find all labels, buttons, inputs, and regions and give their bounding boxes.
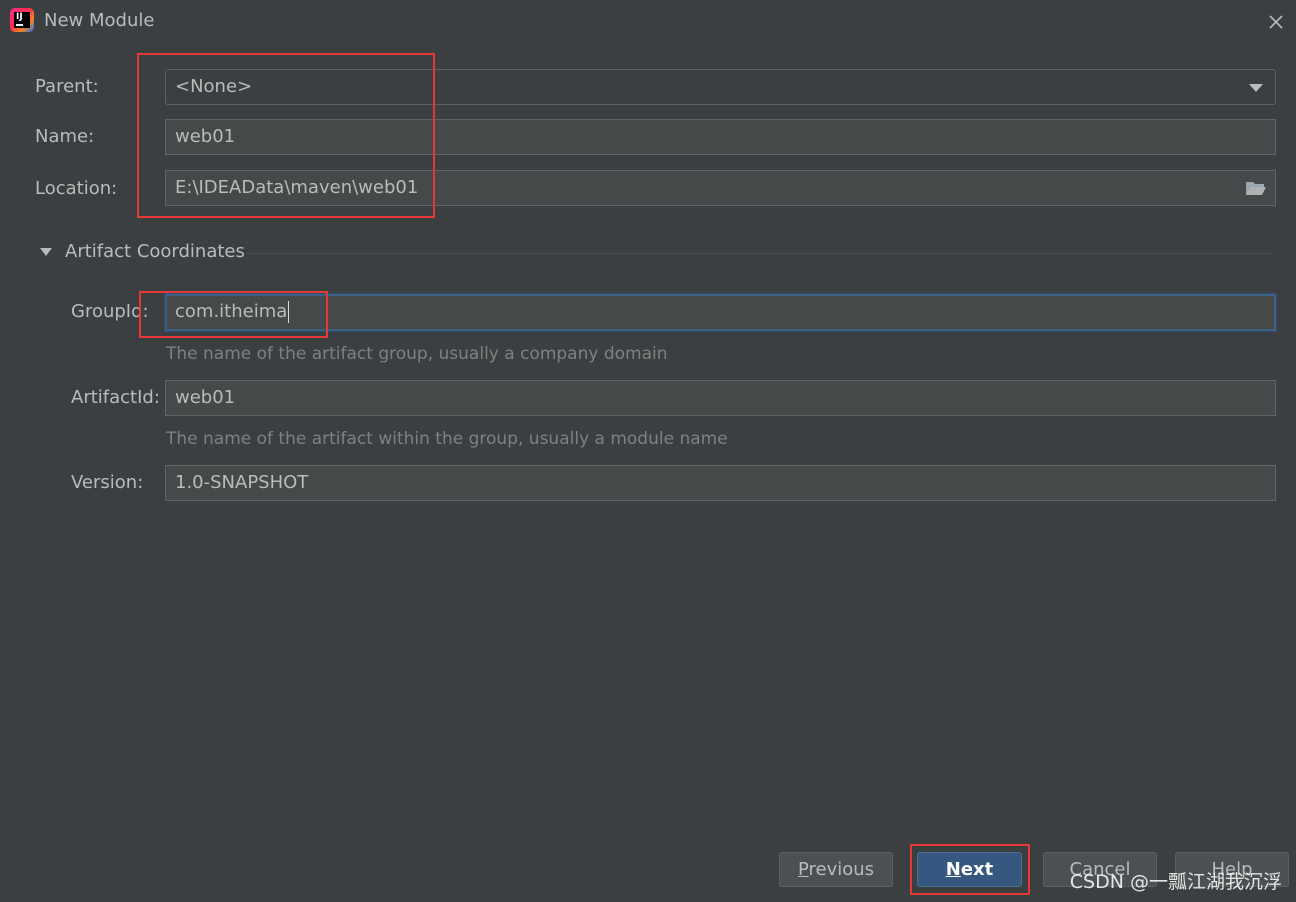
version-label: Version: — [71, 472, 144, 493]
watermark-text: CSDN @一瓢江湖我沉浮 — [1069, 871, 1282, 893]
groupid-label: GroupId: — [71, 301, 149, 322]
name-value: web01 — [175, 126, 236, 147]
collapse-arrow-icon[interactable] — [40, 248, 52, 256]
chevron-down-icon — [1249, 84, 1263, 92]
parent-dropdown[interactable]: <None> — [165, 69, 1276, 105]
artifactid-label: ArtifactId: — [71, 387, 160, 408]
next-button[interactable]: Next — [917, 852, 1022, 887]
name-field[interactable]: web01 — [165, 119, 1276, 155]
close-button[interactable] — [1262, 8, 1290, 36]
location-field[interactable]: E:\IDEAData\maven\web01 — [165, 170, 1276, 206]
close-icon — [1269, 15, 1283, 29]
window-title: New Module — [44, 10, 155, 31]
version-field[interactable]: 1.0-SNAPSHOT — [165, 465, 1276, 501]
groupid-field[interactable]: com.itheima — [165, 294, 1276, 331]
section-title[interactable]: Artifact Coordinates — [65, 240, 245, 264]
artifactid-value: web01 — [175, 387, 236, 408]
version-value: 1.0-SNAPSHOT — [175, 472, 309, 493]
section-divider — [246, 253, 1272, 254]
folder-icon[interactable] — [1245, 179, 1267, 197]
name-label: Name: — [35, 126, 95, 147]
artifactid-hint: The name of the artifact within the grou… — [166, 429, 728, 449]
groupid-hint: The name of the artifact group, usually … — [166, 344, 668, 364]
text-caret — [288, 301, 290, 323]
location-label: Location: — [35, 178, 118, 199]
parent-label: Parent: — [35, 76, 99, 97]
parent-value: <None> — [175, 76, 253, 97]
location-value: E:\IDEAData\maven\web01 — [175, 177, 419, 198]
intellij-idea-icon: IJ — [10, 8, 34, 32]
artifactid-field[interactable]: web01 — [165, 380, 1276, 416]
groupid-value: com.itheima — [175, 301, 288, 322]
previous-button[interactable]: Previous — [779, 852, 893, 887]
